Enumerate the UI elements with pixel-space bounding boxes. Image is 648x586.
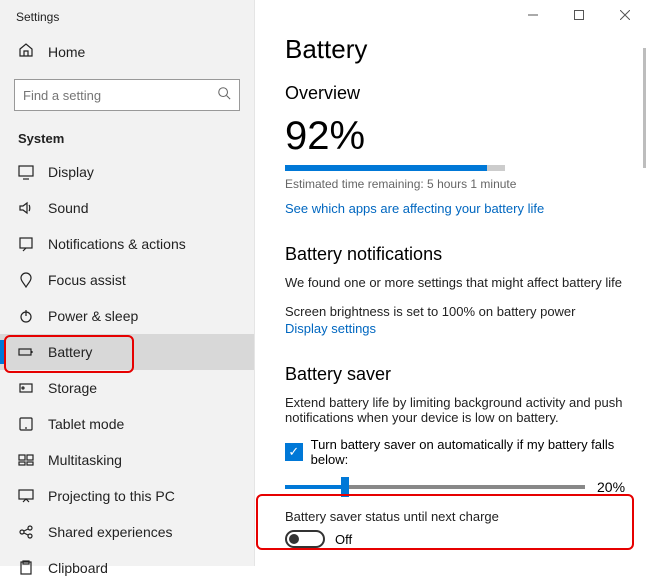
tablet-icon: [18, 416, 34, 432]
overview-heading: Overview: [285, 83, 648, 104]
nav-label: Focus assist: [48, 272, 126, 288]
sidebar-item-power-sleep[interactable]: Power & sleep: [0, 298, 254, 334]
sidebar-item-projecting[interactable]: Projecting to this PC: [0, 478, 254, 514]
window-title: Settings: [0, 0, 254, 32]
checkbox-checked-icon[interactable]: ✓: [285, 443, 303, 461]
maximize-button[interactable]: [556, 0, 602, 30]
display-icon: [18, 164, 34, 180]
storage-icon: [18, 380, 34, 396]
home-icon: [18, 42, 34, 61]
saver-toggle-switch[interactable]: [285, 530, 325, 548]
search-box[interactable]: [14, 79, 240, 111]
nav-label: Shared experiences: [48, 524, 173, 540]
sidebar-item-storage[interactable]: Storage: [0, 370, 254, 406]
nav-label: Notifications & actions: [48, 236, 186, 252]
estimated-time: Estimated time remaining: 5 hours 1 minu…: [285, 177, 648, 191]
sidebar-item-shared-experiences[interactable]: Shared experiences: [0, 514, 254, 550]
display-settings-link[interactable]: Display settings: [285, 321, 376, 336]
notifications-found-text: We found one or more settings that might…: [285, 275, 648, 290]
sidebar-item-tablet-mode[interactable]: Tablet mode: [0, 406, 254, 442]
multitasking-icon: [18, 452, 34, 468]
page-title: Battery: [285, 34, 648, 65]
home-label: Home: [48, 44, 85, 60]
shared-icon: [18, 524, 34, 540]
nav-label: Multitasking: [48, 452, 122, 468]
sidebar-item-sound[interactable]: Sound: [0, 190, 254, 226]
home-nav-item[interactable]: Home: [0, 32, 254, 71]
nav-label: Sound: [48, 200, 88, 216]
search-input[interactable]: [23, 88, 213, 103]
battery-percent: 92%: [285, 114, 648, 159]
nav-label: Power & sleep: [48, 308, 138, 324]
nav-label: Tablet mode: [48, 416, 124, 432]
sidebar: Settings Home System Display Sound: [0, 0, 255, 566]
sidebar-item-battery[interactable]: Battery: [0, 334, 254, 370]
close-button[interactable]: [602, 0, 648, 30]
sidebar-item-notifications[interactable]: Notifications & actions: [0, 226, 254, 262]
nav-label: Projecting to this PC: [48, 488, 175, 504]
scrollbar[interactable]: [643, 48, 646, 168]
nav-label: Battery: [48, 344, 92, 360]
titlebar-controls: [510, 0, 648, 30]
notifications-heading: Battery notifications: [285, 244, 648, 265]
sidebar-item-multitasking[interactable]: Multitasking: [0, 442, 254, 478]
category-heading: System: [0, 119, 254, 154]
saver-description: Extend battery life by limiting backgrou…: [285, 395, 635, 425]
saver-heading: Battery saver: [285, 364, 648, 385]
sound-icon: [18, 200, 34, 216]
clipboard-icon: [18, 560, 34, 576]
battery-icon: [18, 344, 34, 360]
sidebar-item-clipboard[interactable]: Clipboard: [0, 550, 254, 586]
apps-affecting-link[interactable]: See which apps are affecting your batter…: [285, 201, 544, 216]
notifications-icon: [18, 236, 34, 252]
threshold-slider[interactable]: [285, 485, 585, 489]
sidebar-item-display[interactable]: Display: [0, 154, 254, 190]
auto-saver-checkbox-row[interactable]: ✓ Turn battery saver on automatically if…: [285, 437, 648, 467]
focus-assist-icon: [18, 272, 34, 288]
toggle-label: Battery saver status until next charge: [285, 509, 648, 524]
nav-label: Clipboard: [48, 560, 108, 576]
minimize-button[interactable]: [510, 0, 556, 30]
projecting-icon: [18, 488, 34, 504]
nav-list: Display Sound Notifications & actions Fo…: [0, 154, 254, 586]
slider-value-label: 20%: [597, 479, 625, 495]
nav-label: Display: [48, 164, 94, 180]
brightness-note: Screen brightness is set to 100% on batt…: [285, 304, 648, 319]
battery-bar: [285, 165, 505, 171]
power-icon: [18, 308, 34, 324]
nav-label: Storage: [48, 380, 97, 396]
toggle-state-text: Off: [335, 532, 352, 547]
sidebar-item-focus-assist[interactable]: Focus assist: [0, 262, 254, 298]
search-icon: [217, 86, 231, 105]
main-content: Battery Overview 92% Estimated time rema…: [255, 0, 648, 566]
checkbox-label: Turn battery saver on automatically if m…: [311, 437, 648, 467]
